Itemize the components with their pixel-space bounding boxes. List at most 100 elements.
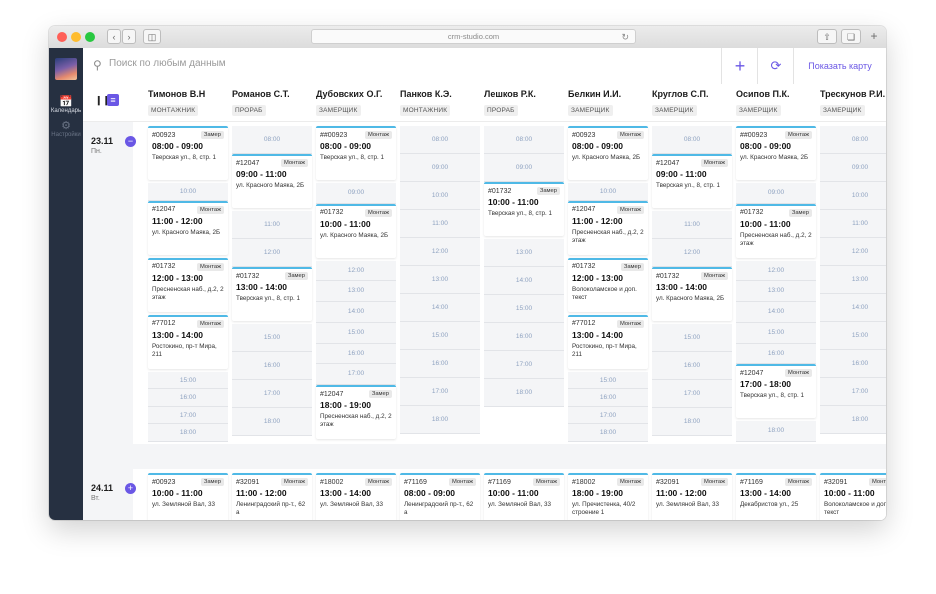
- time-slot[interactable]: 08:00: [232, 126, 312, 154]
- time-slot[interactable]: 15:00: [568, 371, 648, 390]
- reload-icon[interactable]: ↻: [621, 30, 629, 44]
- time-slot[interactable]: 17:00: [148, 406, 228, 425]
- time-slot[interactable]: 11:00: [820, 210, 886, 238]
- time-slot[interactable]: 08:00: [484, 126, 564, 154]
- time-slot[interactable]: 14:00: [484, 267, 564, 295]
- column-header[interactable]: Круглов С.П. ЗАМЕРЩИК: [652, 89, 734, 117]
- column-header[interactable]: Панков К.Э. МОНТАЖНИК: [400, 89, 482, 117]
- time-slot[interactable]: 18:00: [148, 424, 228, 442]
- forward-icon[interactable]: ›: [122, 29, 136, 44]
- event-card[interactable]: #12047 Монтаж 09:00 - 11:00 ул. Красного Ма…: [232, 154, 312, 208]
- time-slot[interactable]: 18:00: [652, 408, 732, 436]
- column-header[interactable]: Трескунов Р.И. ЗАМЕРЩИК: [820, 89, 886, 117]
- address-bar[interactable]: crm-studio.com ↻: [311, 29, 636, 44]
- event-card[interactable]: #01732 Монтаж 12:00 - 13:00 Пресненская наб…: [148, 257, 228, 312]
- event-card[interactable]: #18002 Монтаж 18:00 - 19:00 ул. Пречистенка…: [568, 473, 648, 520]
- event-card[interactable]: #71169 Монтаж 08:00 - 09:00 Ленинградский п…: [400, 473, 480, 520]
- time-slot[interactable]: 10:00: [400, 182, 480, 210]
- event-card[interactable]: #32091 Монтаж 11:00 - 12:00 Ленинградский п…: [232, 473, 312, 520]
- event-card[interactable]: #77012 Монтаж 13:00 - 14:00 Ростокино, пр-т…: [568, 314, 648, 369]
- sidebar-item-calendar[interactable]: 📅 Календарь: [49, 96, 83, 114]
- event-card[interactable]: #12047 Замер 18:00 - 19:00 Пресненская наб.…: [316, 385, 396, 439]
- time-slot[interactable]: 12:00: [652, 239, 732, 267]
- time-slot[interactable]: 15:00: [400, 322, 480, 350]
- time-slot[interactable]: 15:00: [652, 324, 732, 352]
- time-slot[interactable]: 18:00: [400, 406, 480, 434]
- event-card[interactable]: #12047 Монтаж 11:00 - 12:00 ул. Красного Ма…: [148, 200, 228, 255]
- time-slot[interactable]: 11:00: [400, 210, 480, 238]
- time-slot[interactable]: 09:00: [484, 154, 564, 182]
- time-slot[interactable]: 16:00: [820, 350, 886, 378]
- time-slot[interactable]: 10:00: [568, 183, 648, 201]
- time-slot[interactable]: 14:00: [400, 294, 480, 322]
- time-slot[interactable]: 15:00: [820, 322, 886, 350]
- minimize-window-button[interactable]: [71, 32, 81, 42]
- time-slot[interactable]: 08:00: [820, 126, 886, 154]
- time-slot[interactable]: 09:00: [316, 183, 396, 204]
- time-slot[interactable]: 12:00: [232, 239, 312, 267]
- time-slot[interactable]: 16:00: [232, 352, 312, 380]
- event-card[interactable]: #18002 Монтаж 13:00 - 14:00 ул. Земляной Ва…: [316, 473, 396, 520]
- column-header[interactable]: Белкин И.И. ЗАМЕРЩИК: [568, 89, 650, 117]
- time-slot[interactable]: 15:00: [484, 295, 564, 323]
- time-slot[interactable]: 16:00: [148, 389, 228, 407]
- tabs-icon[interactable]: ❏: [841, 29, 861, 44]
- time-slot[interactable]: 16:00: [568, 389, 648, 407]
- time-slot[interactable]: 15:00: [316, 322, 396, 344]
- column-header[interactable]: Тимонов В.Н МОНТАЖНИК: [148, 89, 230, 117]
- time-slot[interactable]: 17:00: [400, 378, 480, 406]
- time-slot[interactable]: 08:00: [652, 126, 732, 154]
- event-card[interactable]: #00923 Монтаж 08:00 - 09:00 ул. Красного Ма…: [568, 126, 648, 180]
- time-slot[interactable]: 10:00: [820, 182, 886, 210]
- sidebar-item-settings[interactable]: ⚙ Настройки: [49, 120, 83, 138]
- time-slot[interactable]: 15:00: [148, 371, 228, 390]
- column-header[interactable]: Дубовских О.Г. ЗАМЕРЩИК: [316, 89, 398, 117]
- time-slot[interactable]: 16:00: [400, 350, 480, 378]
- time-slot[interactable]: 16:00: [652, 352, 732, 380]
- time-slot[interactable]: 14:00: [316, 302, 396, 323]
- event-card[interactable]: #71169 Монтаж 10:00 - 11:00 ул. Земляной Ва…: [484, 473, 564, 520]
- zoom-window-button[interactable]: [85, 32, 95, 42]
- time-slot[interactable]: 13:00: [316, 281, 396, 303]
- event-card[interactable]: #12047 Монтаж 17:00 - 18:00 Тверская ул., 8…: [736, 364, 816, 419]
- event-card[interactable]: ##00923 Монтаж 08:00 - 09:00 Тверская ул., …: [316, 126, 396, 180]
- event-card[interactable]: #01732 Замер 13:00 - 14:00 Тверская ул., 8,…: [232, 267, 312, 321]
- close-window-button[interactable]: [57, 32, 67, 42]
- add-button[interactable]: +: [721, 48, 758, 84]
- time-slot[interactable]: 17:00: [484, 351, 564, 379]
- expand-day-button[interactable]: +: [125, 483, 136, 494]
- time-slot[interactable]: 17:00: [652, 380, 732, 408]
- back-icon[interactable]: ‹: [107, 29, 121, 44]
- time-slot[interactable]: 18:00: [232, 408, 312, 436]
- event-card[interactable]: #01732 Монтаж 10:00 - 11:00 ул. Красного Ма…: [316, 203, 396, 258]
- time-slot[interactable]: 17:00: [820, 378, 886, 406]
- time-slot[interactable]: 11:00: [652, 211, 732, 239]
- column-header[interactable]: Лешков Р.К. ПРОРАБ: [484, 89, 566, 117]
- time-slot[interactable]: 13:00: [400, 266, 480, 294]
- time-slot[interactable]: 17:00: [316, 364, 396, 385]
- collapse-day-button[interactable]: −: [125, 136, 136, 147]
- time-slot[interactable]: 14:00: [736, 302, 816, 323]
- time-slot[interactable]: 17:00: [568, 406, 648, 425]
- event-card[interactable]: ##00923 Монтаж 08:00 - 09:00 ул. Красного М…: [736, 126, 816, 180]
- view-toggle[interactable]: ❙❙ ≡: [95, 94, 119, 106]
- time-slot[interactable]: 18:00: [820, 406, 886, 434]
- event-card[interactable]: #12047 Монтаж 11:00 - 12:00 Пресненская наб…: [568, 200, 648, 255]
- time-slot[interactable]: 15:00: [232, 324, 312, 352]
- time-slot[interactable]: 15:00: [736, 322, 816, 344]
- time-slot[interactable]: 16:00: [316, 343, 396, 365]
- new-tab-icon[interactable]: +: [865, 29, 883, 44]
- sidebar-toggle-icon[interactable]: ◫: [143, 29, 161, 44]
- time-slot[interactable]: 14:00: [820, 294, 886, 322]
- time-slot[interactable]: 12:00: [820, 238, 886, 266]
- event-card[interactable]: #12047 Монтаж 09:00 - 11:00 Тверская ул., 8…: [652, 154, 732, 208]
- time-slot[interactable]: 11:00: [232, 211, 312, 239]
- time-slot[interactable]: 17:00: [232, 380, 312, 408]
- event-card[interactable]: #01732 Монтаж 13:00 - 14:00 ул. Красного Ма…: [652, 267, 732, 321]
- event-card[interactable]: #01732 Замер 10:00 - 11:00 Пресненская наб.…: [736, 203, 816, 258]
- list-view-icon[interactable]: ≡: [107, 94, 119, 106]
- event-card[interactable]: #71169 Монтаж 13:00 - 14:00 Декабристов ул.…: [736, 473, 816, 520]
- time-slot[interactable]: 10:00: [148, 183, 228, 201]
- show-map-button[interactable]: Показать карту: [793, 48, 886, 84]
- time-slot[interactable]: 08:00: [400, 126, 480, 154]
